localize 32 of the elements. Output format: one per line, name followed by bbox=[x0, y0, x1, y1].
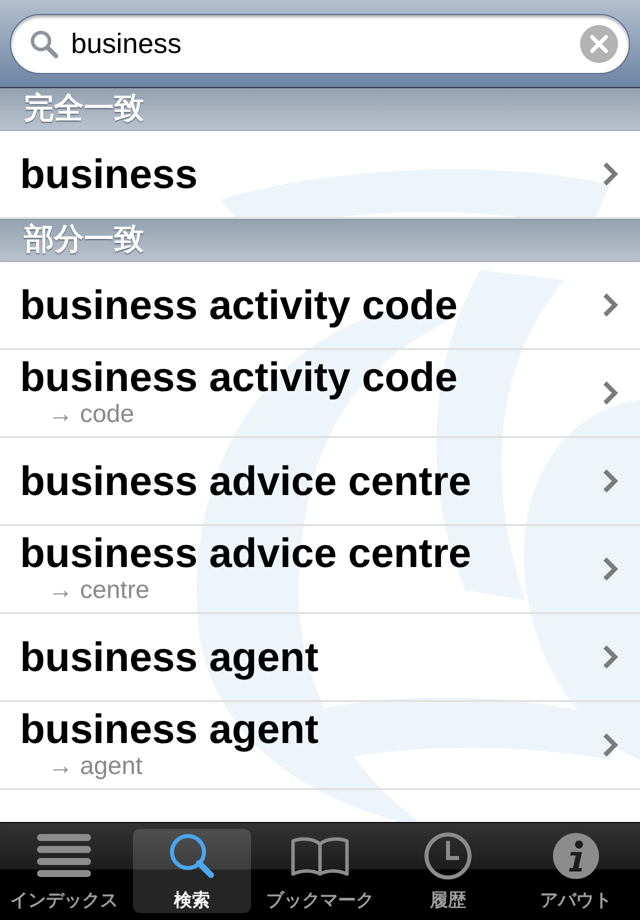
tab[interactable]: 履歴 bbox=[389, 829, 507, 913]
tab[interactable]: ブックマーク bbox=[261, 829, 379, 913]
clear-button[interactable] bbox=[580, 25, 618, 63]
cross-reference-text: → centre bbox=[48, 576, 150, 604]
chevron-icon bbox=[602, 380, 618, 406]
result-row[interactable]: business agent bbox=[0, 614, 640, 702]
result-row[interactable]: business advice centre bbox=[0, 438, 640, 526]
tab[interactable]: インデックス bbox=[5, 829, 123, 913]
cross-reference-text: → agent bbox=[48, 752, 143, 780]
search-icon bbox=[169, 833, 215, 879]
chevron-icon bbox=[602, 556, 618, 582]
result-row[interactable]: business activity code → code bbox=[0, 350, 640, 438]
cross-reference-text: → code bbox=[48, 400, 134, 428]
result-row[interactable]: business advice centre → centre bbox=[0, 526, 640, 614]
search-field[interactable]: business bbox=[10, 14, 630, 74]
chevron-icon bbox=[602, 644, 618, 670]
chevron-icon bbox=[602, 292, 618, 318]
tab[interactable]: アバウト bbox=[517, 829, 635, 913]
menu-icon bbox=[37, 834, 91, 878]
section-header: 部分一致 bbox=[0, 219, 640, 262]
section-header: 完全一致 bbox=[0, 88, 640, 131]
chevron-icon bbox=[602, 161, 618, 187]
search-icon bbox=[29, 29, 59, 59]
book-icon bbox=[291, 836, 349, 876]
chevron-icon bbox=[602, 468, 618, 494]
tab[interactable]: 検索 bbox=[133, 829, 251, 913]
clear-icon bbox=[580, 25, 618, 63]
result-row[interactable]: business activity code bbox=[0, 262, 640, 350]
chevron-icon bbox=[602, 732, 618, 758]
result-row[interactable]: business agent → agent bbox=[0, 702, 640, 790]
info-icon bbox=[553, 833, 599, 879]
clock-icon bbox=[424, 832, 472, 880]
